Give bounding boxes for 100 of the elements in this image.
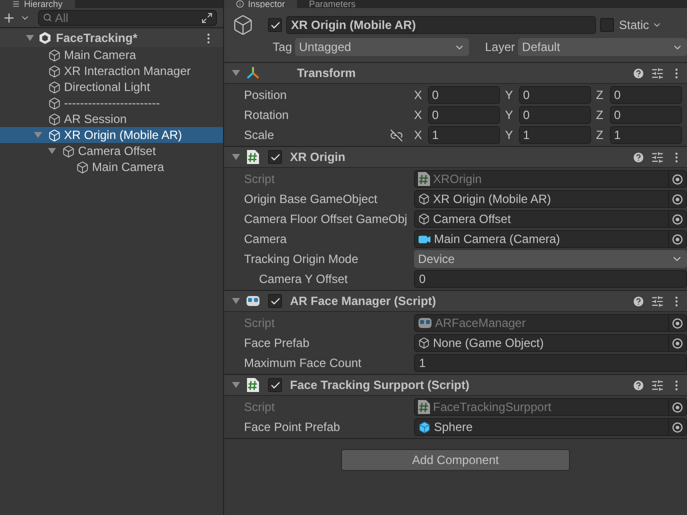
component-header[interactable]: XR Origin xyxy=(224,147,687,168)
input-field[interactable]: 0 xyxy=(519,86,591,104)
component-title: Transform xyxy=(297,65,357,82)
settings-icon[interactable] xyxy=(651,294,664,308)
axis-label: Y xyxy=(505,107,514,124)
settings-icon[interactable] xyxy=(651,150,664,164)
check-icon xyxy=(270,20,280,30)
cube-icon xyxy=(418,420,431,434)
settings-icon[interactable] xyxy=(651,66,664,80)
foldout-arrow-icon[interactable] xyxy=(232,69,240,77)
goggles-icon xyxy=(418,317,432,329)
field-label: Camera Floor Offset GameObj xyxy=(244,211,408,228)
field-label: Scale xyxy=(244,127,276,144)
object-field[interactable]: Camera Offset xyxy=(414,210,687,228)
search-icon xyxy=(43,13,52,22)
hierarchy-item[interactable]: AR Session xyxy=(0,111,223,127)
hierarchy-item[interactable]: Directional Light xyxy=(0,79,223,95)
hierarchy-item[interactable]: ------------------------ xyxy=(0,95,223,111)
cube-icon xyxy=(418,213,430,225)
input-field[interactable]: 0 xyxy=(610,86,682,104)
add-component-button[interactable]: Add Component xyxy=(341,449,570,471)
cube-icon xyxy=(62,144,75,158)
axis-label: X xyxy=(414,127,424,144)
component-header[interactable]: Transform xyxy=(224,63,687,84)
axis-label: Z xyxy=(596,87,604,104)
component-title: AR Face Manager (Script) xyxy=(290,293,438,310)
field-label: Script xyxy=(244,399,276,416)
object-picker-button[interactable] xyxy=(668,335,686,351)
help-icon[interactable] xyxy=(632,294,645,308)
script-file-icon xyxy=(418,172,430,186)
input-field[interactable]: 0 xyxy=(414,270,687,288)
list-icon xyxy=(12,0,20,8)
dropdown[interactable]: Device xyxy=(414,250,687,268)
checkbox[interactable] xyxy=(600,18,614,32)
tab[interactable]: Inspector xyxy=(224,0,298,8)
axis-label: Y xyxy=(505,87,514,104)
object-field[interactable]: None (Game Object) xyxy=(414,334,687,352)
foldout-arrow-icon[interactable] xyxy=(232,297,240,305)
target-icon xyxy=(672,338,683,348)
foldout-arrow-icon[interactable] xyxy=(26,34,34,42)
input-field[interactable]: 0 xyxy=(428,106,500,124)
help-icon[interactable] xyxy=(632,150,645,164)
hierarchy-item[interactable]: XR Origin (Mobile AR) xyxy=(0,127,223,143)
script-file-icon xyxy=(247,150,259,164)
target-icon xyxy=(672,214,683,224)
tag-label: Tag xyxy=(272,39,292,56)
popout-icon[interactable] xyxy=(201,12,213,24)
hierarchy-item[interactable]: Main Camera xyxy=(0,159,223,175)
target-icon xyxy=(672,422,683,432)
field-label: Script xyxy=(244,315,276,332)
tab[interactable]: Parameters xyxy=(297,0,368,8)
hierarchy-item[interactable]: XR Interaction Manager xyxy=(0,63,223,79)
component-header[interactable]: Face Tracking Surpport (Script) xyxy=(224,375,687,396)
object-field[interactable]: Sphere xyxy=(414,418,687,436)
hierarchy-item[interactable]: Main Camera xyxy=(0,47,223,63)
check-icon xyxy=(270,380,280,390)
foldout-arrow-icon[interactable] xyxy=(232,153,240,161)
target-icon xyxy=(672,174,683,184)
input-field[interactable]: 0 xyxy=(428,86,500,104)
tab[interactable]: Hierarchy xyxy=(0,0,75,8)
component-header[interactable]: AR Face Manager (Script) xyxy=(224,291,687,312)
input-field[interactable]: 1 xyxy=(610,126,682,144)
scene-row[interactable]: FaceTracking* xyxy=(0,29,223,47)
unlinked-chain-icon[interactable] xyxy=(390,128,403,142)
input-field[interactable]: 0 xyxy=(519,106,591,124)
input-field[interactable]: 1 xyxy=(414,354,687,372)
script-file-icon xyxy=(418,400,430,414)
object-picker-button[interactable] xyxy=(668,231,686,247)
cube-icon xyxy=(232,14,254,36)
axis-label: Z xyxy=(596,107,604,124)
checkbox[interactable] xyxy=(268,378,282,392)
foldout-arrow-icon[interactable] xyxy=(232,381,240,389)
hierarchy-item[interactable]: Camera Offset xyxy=(0,143,223,159)
input-field[interactable]: 1 xyxy=(428,126,500,144)
object-picker-button[interactable] xyxy=(668,211,686,227)
object-field[interactable]: Main Camera (Camera) xyxy=(414,230,687,248)
axis-label: X xyxy=(414,87,424,104)
cube-icon xyxy=(418,193,430,205)
search-field[interactable]: All xyxy=(38,10,217,26)
target-icon xyxy=(672,234,683,244)
add-icon[interactable] xyxy=(2,10,16,24)
dropdown[interactable]: Default xyxy=(518,38,687,56)
dropdown[interactable]: Untagged xyxy=(295,38,469,56)
check-icon xyxy=(270,296,280,306)
settings-icon[interactable] xyxy=(651,378,664,392)
checkbox[interactable] xyxy=(268,150,282,164)
object-picker-button[interactable] xyxy=(668,419,686,435)
checkbox[interactable] xyxy=(268,294,282,308)
input-field[interactable]: 1 xyxy=(519,126,591,144)
checkbox[interactable] xyxy=(268,18,282,32)
field-label: Face Point Prefab xyxy=(244,419,342,436)
object-picker-button[interactable] xyxy=(668,191,686,207)
object-field[interactable]: XR Origin (Mobile AR) xyxy=(414,190,687,208)
help-icon[interactable] xyxy=(632,66,645,80)
field-label: Face Prefab xyxy=(244,335,310,352)
cube-icon xyxy=(418,337,430,349)
name-field[interactable]: XR Origin (Mobile AR) xyxy=(286,16,596,34)
help-icon[interactable] xyxy=(632,378,645,392)
input-field[interactable]: 0 xyxy=(610,106,682,124)
axis-label: Y xyxy=(505,127,514,144)
